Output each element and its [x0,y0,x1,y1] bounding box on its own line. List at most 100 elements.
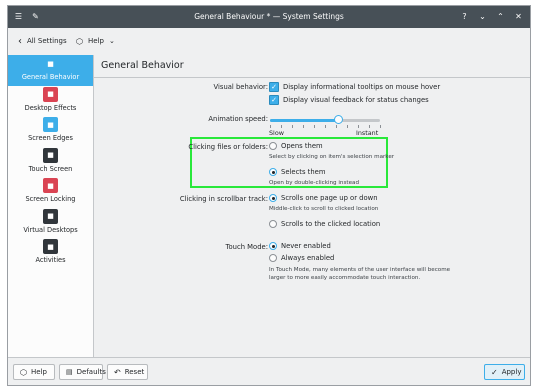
help-question-icon[interactable]: ? [459,11,470,22]
sidebar-item-label: General Behavior [21,73,80,81]
tooltips-checkbox[interactable]: ✓ Display informational tooltips on mous… [269,82,440,92]
opens-them-label: Opens them [281,142,323,150]
animation-speed-label: Animation speed: [208,115,268,123]
touch-mode-hint-line2: larger to more easily accommodate touch … [269,275,421,281]
slider-tick [369,125,370,128]
opens-them-hint: Select by clicking on item's selection m… [269,154,395,160]
main-content: General Behavior Visual behavior: ✓ Disp… [94,55,530,357]
chevron-down-icon: ⌄ [108,37,115,45]
apply-button-label: Apply [501,368,522,376]
selects-them-hint: Open by double-clicking instead [269,180,359,186]
selects-them-radio[interactable]: Selects them [269,168,325,176]
never-enabled-radio[interactable]: Never enabled [269,242,331,250]
sidebar-item-virtual-desktops[interactable]: ■ Virtual Desktops [8,208,93,239]
sidebar-item-screen-locking[interactable]: ■ Screen Locking [8,177,93,208]
screen-locking-icon: ■ [43,178,58,193]
help-menu-label: Help [87,37,104,45]
slider-fill [270,119,339,122]
maximize-icon[interactable]: ⌃ [495,11,506,22]
tooltips-checkbox-label: Display informational tooltips on mouse … [283,83,441,91]
slider-tick [314,125,315,128]
desktop-effects-icon: ■ [43,86,58,102]
scroll-page-radio[interactable]: Scrolls one page up or down [269,194,378,202]
sidebar-item-label: Screen Edges [28,134,73,142]
activities-icon: ■ [43,239,58,254]
sidebar-item-label: Screen Locking [25,195,76,203]
slider-tick [336,125,337,128]
defaults-button-label: Defaults [76,368,106,376]
sidebar-item-label: Touch Screen [28,164,73,173]
help-icon: ⬡ [20,367,27,377]
checkbox-checked-icon: ✓ [269,82,279,92]
scroll-page-label: Scrolls one page up or down [281,194,378,202]
reset-button[interactable]: ↶ Reset [107,364,148,380]
slider-tick [303,125,304,128]
touch-screen-icon: ■ [43,147,58,163]
system-settings-window: ☰ ✎ General Behaviour * — System Setting… [7,5,531,386]
all-settings-label: All Settings [27,37,67,45]
all-settings-button[interactable]: ‹ All Settings [18,34,67,48]
radio-selected-icon [269,242,277,250]
slider-tick [281,125,282,128]
animation-speed-slider[interactable] [270,115,381,128]
slider-tick [325,125,326,128]
scroll-page-hint: Middle-click to scroll to clicked locati… [269,206,379,212]
sidebar-item-label: Virtual Desktops [23,225,78,234]
slider-handle[interactable] [333,115,343,124]
always-enabled-label: Always enabled [281,254,335,262]
sidebar-item-activities[interactable]: ■ Activities [8,238,93,269]
minimize-icon[interactable]: ⌄ [477,11,488,22]
sidebar-item-label: Activities [35,256,66,264]
toolbar: ‹ All Settings ⬡ Help ⌄ [8,28,530,56]
clicking-files-label: Clicking files or folders: [188,143,268,151]
screen-edges-icon: ■ [43,117,58,132]
close-icon[interactable]: ✕ [513,11,524,22]
radio-icon [269,220,277,228]
slider-tick [270,125,271,128]
visual-behavior-label: Visual behavior: [213,83,268,91]
apply-button[interactable]: ✓ Apply [484,364,525,380]
title-bar: ☰ ✎ General Behaviour * — System Setting… [8,6,530,28]
radio-selected-icon [269,168,277,176]
selects-them-label: Selects them [281,168,326,176]
reset-icon: ↶ [114,367,121,377]
scrollbar-track-label: Clicking in scrollbar track: [179,195,268,203]
virtual-desktops-icon: ■ [43,208,58,224]
visual-feedback-checkbox-label: Display visual feedback for status chang… [283,96,429,104]
sidebar-item-touch-screen[interactable]: ■ Touch Screen [8,147,93,178]
sidebar-item-screen-edges[interactable]: ■ Screen Edges [8,116,93,147]
radio-icon [269,142,277,150]
touch-mode-label: Touch Mode: [225,243,268,251]
sidebar-item-general-behavior[interactable]: ■ General Behavior [8,55,93,86]
scroll-location-label: Scrolls to the clicked location [281,220,381,228]
general-behavior-icon: ■ [43,56,58,71]
opens-them-radio[interactable]: Opens them [269,142,323,150]
defaults-icon: ▤ [66,368,73,376]
slider-tick [380,125,381,128]
slider-min-label: Slow [269,129,284,137]
checkbox-checked-icon: ✓ [269,95,279,105]
touch-mode-hint-line1: In Touch Mode, many elements of the user… [269,267,451,273]
always-enabled-radio[interactable]: Always enabled [269,254,334,262]
never-enabled-label: Never enabled [281,242,331,250]
window-title: General Behaviour * — System Settings [194,12,344,21]
sidebar-item-desktop-effects[interactable]: ■ Desktop Effects [8,86,93,117]
page-title: General Behavior [94,55,530,78]
reset-button-label: Reset [124,368,145,376]
sidebar-item-label: Desktop Effects [24,103,77,112]
help-menu-button[interactable]: ⬡ Help ⌄ [76,34,115,48]
radio-selected-icon [269,194,277,202]
scroll-location-radio[interactable]: Scrolls to the clicked location [269,220,380,228]
sidebar: ■ General Behavior ■ Desktop Effects ■ Screen… [8,55,94,357]
slider-tick [358,125,359,128]
back-arrow-icon: ‹ [18,35,22,47]
radio-icon [269,254,277,262]
bottom-button-bar: ⬡ Help ▤ Defaults ↶ Reset ✓ Apply [8,357,530,385]
help-button[interactable]: ⬡ Help [13,364,55,380]
defaults-button[interactable]: ▤ Defaults [59,364,106,380]
slider-max-label: Instant [356,129,379,137]
help-icon: ⬡ [76,36,83,46]
help-button-label: Help [30,368,47,376]
slider-tick [292,125,293,128]
visual-feedback-checkbox[interactable]: ✓ Display visual feedback for status cha… [269,95,429,105]
